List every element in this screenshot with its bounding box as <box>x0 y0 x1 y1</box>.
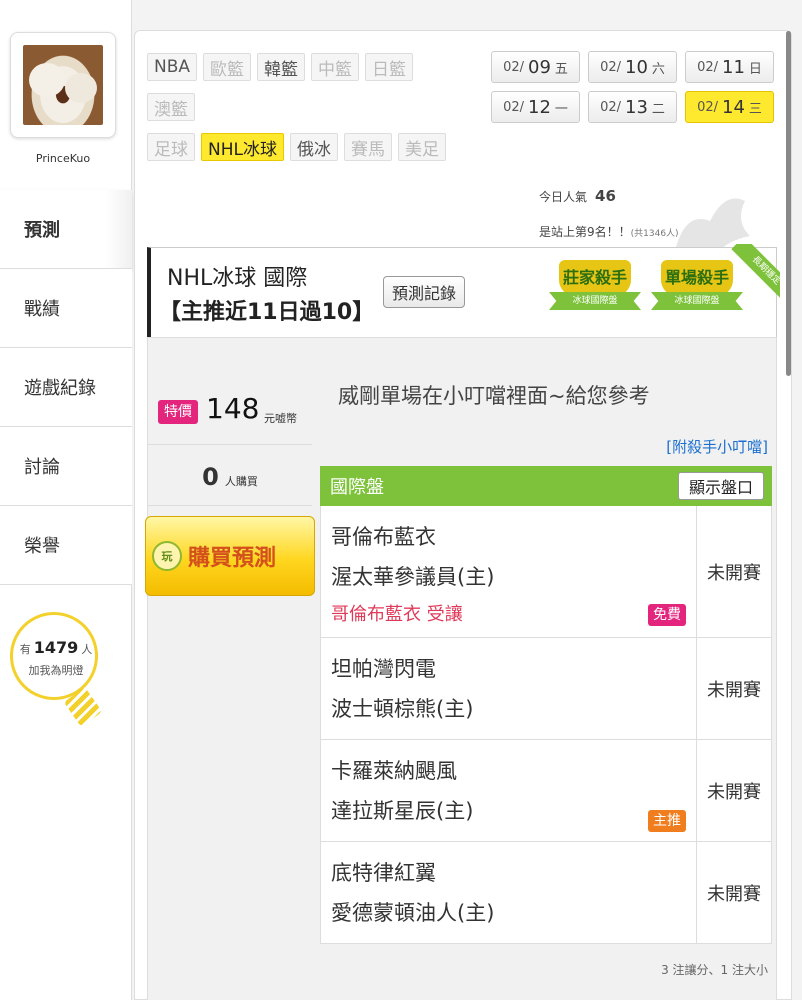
sport-tag: 中籃 <box>311 53 360 81</box>
date-button[interactable]: 02/10 六 <box>588 51 677 83</box>
away-team: 坦帕灣閃電 <box>331 657 436 681</box>
game-teams: 底特律紅翼愛德蒙頓油人(主) <box>321 842 697 943</box>
sport-tag[interactable]: 俄冰 <box>289 133 338 161</box>
bet-panel: 國際盤 顯示盤口 哥倫布藍衣 渥太華參議員(主) 哥倫布藍衣 受讓 免費 未開賽 坦帕灣閃… <box>320 466 772 944</box>
sport-tag: 澳籃 <box>147 93 195 121</box>
bet-panel-title: 國際盤 <box>330 477 384 498</box>
show-odds-button[interactable]: 顯示盤口 <box>677 472 764 500</box>
avatar[interactable] <box>10 32 116 138</box>
game-row[interactable]: 坦帕灣閃電波士頓棕熊(主) 未開賽 <box>320 638 772 740</box>
league-title: NHL冰球 國際 <box>167 266 308 291</box>
buy-prediction-button[interactable]: 玩 購買預測 <box>145 516 315 596</box>
game-row[interactable]: 底特律紅翼愛德蒙頓油人(主) 未開賽 <box>320 842 772 944</box>
popularity: 今日人氣 46 <box>539 187 616 205</box>
long-term-stable-ribbon: 長期穩定 <box>722 244 780 302</box>
main-panel: NBA 歐籃 韓籃 中籃 日籃 澳籃 足球 NHL冰球 俄冰 賽馬 美足 02/09 五 02/10 六 0… <box>134 30 792 1000</box>
prediction-description: 威剛單場在小叮噹裡面~給您參考 <box>338 384 650 408</box>
scrollbar[interactable] <box>786 31 791 376</box>
sidebar: PrinceKuo 預測 戰績 遊戲紀錄 討論 榮譽 有 1479 人 加我為明燈 <box>0 0 132 1000</box>
date-button[interactable]: 02/09 五 <box>491 51 580 83</box>
date-button[interactable]: 02/14 三 <box>685 91 774 123</box>
home-team: 達拉斯星辰(主) <box>331 799 474 823</box>
killer-link[interactable]: [附殺手小叮噹] <box>666 436 768 457</box>
sport-tag[interactable]: NHL冰球 <box>201 133 284 161</box>
game-row[interactable]: 哥倫布藍衣渥太華參議員(主) 哥倫布藍衣 受讓 免費 未開賽 <box>320 506 772 638</box>
sport-tags: NBA 歐籃 韓籃 中籃 日籃 澳籃 足球 NHL冰球 俄冰 賽馬 美足 <box>147 53 477 173</box>
game-list: 哥倫布藍衣 渥太華參議員(主) 哥倫布藍衣 受讓 免費 未開賽 坦帕灣閃電 波士頓棕熊(主)… <box>320 506 772 944</box>
sport-tag: 賽馬 <box>343 133 392 161</box>
home-team: 波士頓棕熊(主) <box>331 697 474 721</box>
sidebar-item-discussion[interactable]: 討論 <box>0 427 132 506</box>
game-row[interactable]: 卡羅萊納颶風 達拉斯星辰(主) 主推 未開賽 <box>320 740 772 842</box>
sport-tag[interactable]: 韓籃 <box>257 53 306 81</box>
tag-row: 澳籃 <box>147 93 477 121</box>
price-value: 148 <box>206 392 260 425</box>
tag-row: 足球 NHL冰球 俄冰 賽馬 美足 <box>147 133 477 161</box>
away-team: 卡羅萊納颶風 <box>331 759 457 783</box>
home-team: 愛德蒙頓油人(主) <box>331 901 495 925</box>
prediction-content: 特價 148 元嘘幣 0 人購買 玩 購買預測 威剛單場在小叮噹裡面~給您參考 [… <box>145 337 777 1000</box>
game-teams: 卡羅萊納颶風 達拉斯星辰(主) 主推 <box>321 740 697 841</box>
predictor-header: NHL冰球 國際 【主推近11日過10】 預測記錄 莊家殺手 冰球國際盤 單場殺… <box>147 244 780 339</box>
away-team: 哥倫布藍衣 <box>331 525 436 549</box>
follow-lightbulb[interactable]: 有 1479 人 加我為明燈 <box>10 612 103 727</box>
game-status: 未開賽 <box>707 679 761 701</box>
sport-tag: 美足 <box>397 133 446 161</box>
sport-tag: 足球 <box>147 133 195 161</box>
date-button[interactable]: 02/13 二 <box>588 91 677 123</box>
bet-summary: 3 注讓分、1 注大小 <box>661 963 768 977</box>
sidebar-item-game-history[interactable]: 遊戲紀錄 <box>0 348 132 427</box>
bet-panel-header: 國際盤 顯示盤口 <box>320 466 772 506</box>
banker-killer-badge: 莊家殺手 冰球國際盤 <box>549 260 641 318</box>
buyer-count: 0 人購買 <box>148 444 312 506</box>
sidebar-item-predict[interactable]: 預測 <box>0 190 132 269</box>
prediction-note: 哥倫布藍衣 受讓 <box>331 604 463 625</box>
game-teams: 哥倫布藍衣渥太華參議員(主) 哥倫布藍衣 受讓 免費 <box>321 506 697 637</box>
sidebar-item-record[interactable]: 戰績 <box>0 269 132 348</box>
buy-prediction-label: 購買預測 <box>188 546 277 571</box>
prediction-record-button[interactable]: 預測記錄 <box>383 276 466 308</box>
sidebar-nav: 預測 戰績 遊戲紀錄 討論 榮譽 <box>0 190 132 585</box>
home-team: 渥太華參議員(主) <box>331 565 495 589</box>
sport-tag: 歐籃 <box>203 53 252 81</box>
price-unit: 元嘘幣 <box>264 412 297 425</box>
sidebar-item-honor[interactable]: 榮譽 <box>0 506 132 585</box>
date-button[interactable]: 02/11 日 <box>685 51 774 83</box>
game-badge: 免費 <box>648 604 686 626</box>
game-badge: 主推 <box>648 810 686 832</box>
game-teams: 坦帕灣閃電波士頓棕熊(主) <box>321 638 697 739</box>
sport-tag[interactable]: NBA <box>147 53 198 81</box>
league-subtitle: 【主推近11日過10】 <box>159 300 375 325</box>
sport-tag: 日籃 <box>365 53 414 81</box>
fans-label: 加我為明燈 <box>28 664 84 677</box>
game-status: 未開賽 <box>707 562 761 584</box>
game-status: 未開賽 <box>707 781 761 803</box>
game-status: 未開賽 <box>707 883 761 905</box>
username[interactable]: PrinceKuo <box>0 152 126 165</box>
date-selector: 02/09 五 02/10 六 02/11 日 02/12 一 02/13 二 02/14 三 <box>491 51 781 123</box>
fans-count: 有 1479 人 <box>19 638 93 657</box>
price: 特價 148 元嘘幣 <box>148 378 312 434</box>
ranking: 是站上第9名！！(共1346人) <box>539 225 679 239</box>
away-team: 底特律紅翼 <box>331 861 436 885</box>
avatar-image <box>23 45 103 125</box>
date-button[interactable]: 02/12 一 <box>491 91 580 123</box>
play-coin-icon: 玩 <box>152 541 182 571</box>
special-price-tag: 特價 <box>158 400 198 424</box>
tag-row: NBA 歐籃 韓籃 中籃 日籃 <box>147 53 477 81</box>
